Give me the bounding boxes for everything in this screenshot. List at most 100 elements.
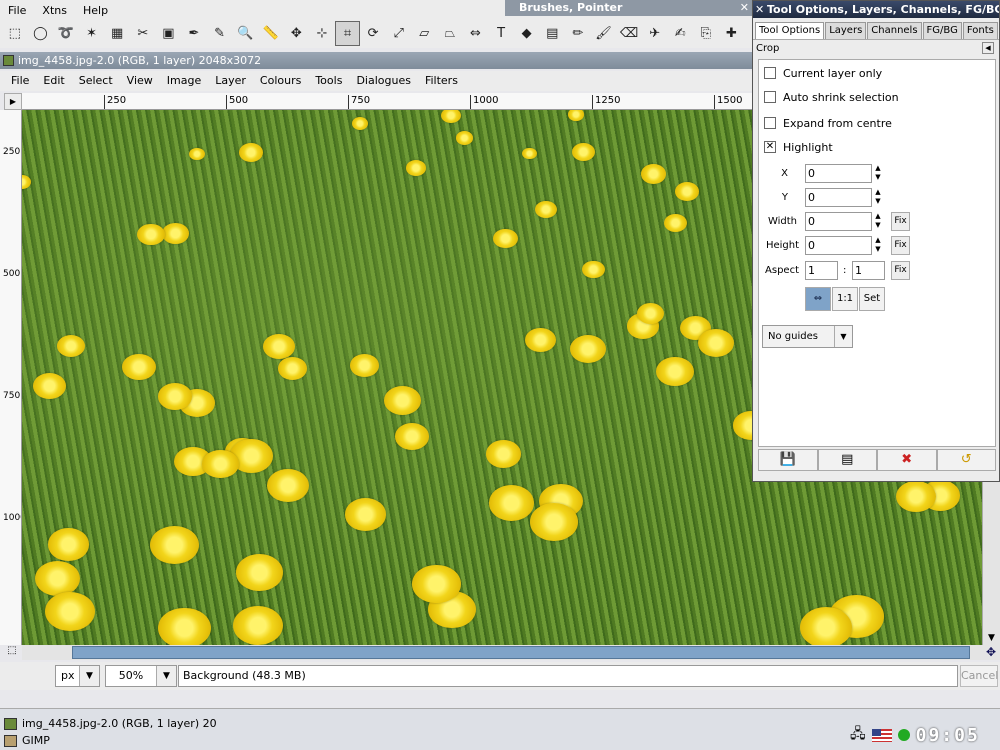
blend-icon[interactable]: ▤ (539, 21, 565, 46)
spin-arrows-icon[interactable]: ▲ ▼ (873, 236, 883, 255)
menu-file[interactable]: File (4, 71, 36, 91)
clone-icon[interactable]: ⎘ (693, 21, 719, 46)
fix-aspect-button[interactable]: Fix (891, 261, 910, 280)
foreground-select-icon[interactable]: ▣ (156, 21, 182, 46)
option-highlight[interactable]: ✕ Highlight (764, 139, 833, 155)
reset-icon[interactable]: ↺ (936, 449, 996, 471)
delete-icon[interactable]: ✖ (877, 449, 937, 471)
close-icon[interactable]: ✕ (740, 0, 749, 16)
quick-mask-button[interactable]: ⬚ (4, 645, 20, 660)
align-icon[interactable]: ⊹ (309, 21, 335, 46)
horizontal-scrollbar[interactable] (22, 645, 982, 660)
scroll-down-icon[interactable]: ▼ (983, 633, 1000, 645)
tab-fonts[interactable]: Fonts (962, 22, 998, 39)
cancel-button[interactable]: Cancel (960, 665, 998, 687)
scale-icon[interactable]: ⤢ (386, 21, 412, 46)
pencil-icon[interactable]: ✏ (565, 21, 591, 46)
free-select-icon[interactable]: ➰ (53, 21, 79, 46)
menu-colours[interactable]: Colours (253, 71, 308, 91)
color-picker-icon[interactable]: ✎ (207, 21, 233, 46)
close-icon[interactable]: ✕ (755, 1, 764, 18)
checkbox[interactable] (764, 117, 776, 129)
menu-edit[interactable]: Edit (36, 71, 71, 91)
tab-channels[interactable]: Channels (867, 22, 922, 39)
navigate-icon[interactable]: ✥ (982, 645, 1000, 660)
guides-select[interactable]: No guides ▼ (762, 325, 853, 348)
tool-options-header: Crop ◀ (753, 39, 999, 56)
vertical-ruler[interactable]: 250 500 750 1000 (0, 110, 22, 645)
ratio-set-button[interactable]: Set (859, 287, 885, 311)
aspect-numerator-input[interactable]: 1 (805, 261, 838, 280)
checkbox[interactable] (764, 91, 776, 103)
restore-icon[interactable]: ▤ (817, 449, 877, 471)
scissors-select-icon[interactable]: ✂ (130, 21, 156, 46)
menu-dialogues[interactable]: Dialogues (349, 71, 418, 91)
menu-view[interactable]: View (120, 71, 160, 91)
shear-icon[interactable]: ▱ (412, 21, 438, 46)
menu-file[interactable]: File (0, 3, 34, 19)
fuzzy-select-icon[interactable]: ✶ (79, 21, 105, 46)
spin-arrows-icon[interactable]: ▲ ▼ (873, 212, 883, 231)
aspect-denominator-input[interactable]: 1 (852, 261, 885, 280)
fix-height-button[interactable]: Fix (891, 236, 910, 255)
color-select-icon[interactable]: ▦ (104, 21, 130, 46)
ratio-one-to-one-button[interactable]: 1:1 (832, 287, 858, 311)
save-icon[interactable]: 💾 (758, 449, 818, 471)
measure-icon[interactable]: 📏 (258, 21, 284, 46)
spin-arrows-icon[interactable]: ▲ ▼ (873, 188, 883, 207)
checkbox-checked[interactable]: ✕ (764, 141, 776, 153)
heal-icon[interactable]: ✚ (719, 21, 745, 46)
tab-layers[interactable]: Layers (825, 22, 867, 39)
option-current-layer-only[interactable]: Current layer only (764, 65, 882, 81)
menu-filters[interactable]: Filters (418, 71, 465, 91)
text-icon[interactable]: T (488, 21, 514, 46)
spin-arrows-icon[interactable]: ▲ ▼ (873, 164, 883, 183)
airbrush-icon[interactable]: ✈ (642, 21, 668, 46)
fix-width-button[interactable]: Fix (891, 212, 910, 231)
perspective-icon[interactable]: ⏢ (437, 21, 463, 46)
swap-ratio-icon[interactable]: ⇔ (805, 287, 831, 311)
move-icon[interactable]: ✥ (284, 21, 310, 46)
zoom-icon[interactable]: 🔍 (232, 21, 258, 46)
rotate-icon[interactable]: ⟳ (360, 21, 386, 46)
ellipse-select-icon[interactable]: ◯ (28, 21, 54, 46)
ink-icon[interactable]: ✍ (667, 21, 693, 46)
bucket-fill-icon[interactable]: ◆ (514, 21, 540, 46)
menu-help[interactable]: Help (75, 3, 116, 19)
tab-fg-bg[interactable]: FG/BG (922, 22, 962, 39)
eraser-icon[interactable]: ⌫ (616, 21, 642, 46)
status-icon[interactable] (897, 729, 910, 741)
menu-xtns[interactable]: Xtns (34, 3, 75, 19)
menu-image[interactable]: Image (160, 71, 208, 91)
menu-tools[interactable]: Tools (308, 71, 349, 91)
taskbar-image-window[interactable]: img_4458.jpg-2.0 (RGB, 1 layer) 20 (4, 717, 217, 731)
scroll-thumb[interactable] (72, 646, 970, 659)
tab-menu-icon[interactable]: ◀ (982, 42, 994, 54)
paintbrush-icon[interactable]: 🖌 (591, 21, 617, 46)
rect-select-icon[interactable]: ⬚ (2, 21, 28, 46)
option-expand-from-centre[interactable]: Expand from centre (764, 115, 892, 131)
ruler-menu-button[interactable]: ▶ (4, 93, 22, 110)
chevron-down-icon[interactable]: ▼ (79, 666, 99, 686)
flip-icon[interactable]: ⇔ (463, 21, 489, 46)
menu-layer[interactable]: Layer (208, 71, 253, 91)
ruler-tick: 250 (3, 147, 21, 157)
chevron-down-icon[interactable]: ▼ (156, 666, 176, 686)
height-input[interactable]: 0 (805, 236, 872, 255)
unit-select[interactable]: px ▼ (55, 665, 100, 687)
paths-icon[interactable]: ✒ (181, 21, 207, 46)
taskbar-gimp[interactable]: GIMP (4, 734, 50, 748)
x-input[interactable]: 0 (805, 164, 872, 183)
width-input[interactable]: 0 (805, 212, 872, 231)
menu-select[interactable]: Select (72, 71, 120, 91)
chevron-down-icon[interactable]: ▼ (834, 326, 852, 347)
checkbox[interactable] (764, 67, 776, 79)
tab-tool-options[interactable]: Tool Options (755, 22, 825, 39)
zoom-select[interactable]: 50% ▼ (105, 665, 177, 687)
crop-icon[interactable]: ⌗ (334, 21, 361, 46)
y-input[interactable]: 0 (805, 188, 872, 207)
option-auto-shrink[interactable]: Auto shrink selection (764, 89, 899, 105)
flag-icon[interactable] (871, 728, 892, 742)
horizontal-ruler[interactable]: 250 500 750 1000 1250 1500 (22, 93, 752, 110)
network-icon[interactable]: 🖧 (850, 723, 866, 747)
